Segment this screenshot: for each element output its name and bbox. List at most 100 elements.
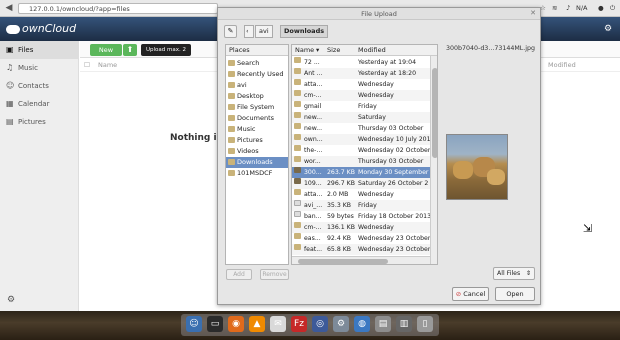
place-item[interactable]: File System bbox=[226, 102, 288, 113]
place-label: File System bbox=[237, 103, 275, 111]
dock-trash-icon[interactable]: ▯ bbox=[417, 316, 433, 332]
file-row[interactable]: own... Wednesday 10 July 2013 bbox=[292, 134, 430, 145]
crumb-back-arrow-icon[interactable]: ‹ bbox=[244, 25, 254, 38]
crumb-avi[interactable]: avi bbox=[255, 25, 273, 38]
dock-browser-icon[interactable]: ◍ bbox=[354, 316, 370, 332]
horizontal-scroll-thumb[interactable] bbox=[298, 259, 388, 264]
dock-firefox-icon[interactable]: ◉ bbox=[228, 316, 244, 332]
column-name[interactable]: Name bbox=[295, 45, 314, 56]
file-modified: Yesterday at 18:20 bbox=[358, 70, 417, 77]
place-item[interactable]: avi bbox=[226, 80, 288, 91]
file-row[interactable]: ban... 59 bytes Friday 18 October 2013 bbox=[292, 211, 430, 222]
file-name: new... bbox=[304, 125, 323, 132]
place-item[interactable]: Search bbox=[226, 58, 288, 69]
file-row[interactable]: avi_... 35.3 KB Friday bbox=[292, 200, 430, 211]
dock-filezilla-icon[interactable]: Fz bbox=[291, 316, 307, 332]
cancel-button[interactable]: ⊘ Cancel bbox=[452, 287, 489, 301]
column-name[interactable]: Name bbox=[98, 59, 117, 72]
dock-settings-icon[interactable]: ⚙ bbox=[333, 316, 349, 332]
edit-path-button[interactable]: ✎ bbox=[224, 25, 237, 38]
dock-eye-icon[interactable]: ◎ bbox=[312, 316, 328, 332]
file-modified: Wednesday bbox=[358, 81, 394, 88]
file-row[interactable]: wor... Thursday 03 October bbox=[292, 156, 430, 167]
url-bar[interactable]: 127.0.0.1/owncloud/?app=files bbox=[18, 3, 218, 14]
dock-finder-icon[interactable]: ☺ bbox=[186, 316, 202, 332]
dock-monitor-icon[interactable]: ▭ bbox=[207, 316, 223, 332]
open-button[interactable]: Open bbox=[495, 287, 535, 301]
nav-item-contacts[interactable]: ☺ Contacts bbox=[0, 77, 79, 95]
nav-item-music[interactable]: ♫ Music bbox=[0, 59, 79, 77]
file-row[interactable]: atta... Wednesday bbox=[292, 79, 430, 90]
nav-item-pictures[interactable]: ▤ Pictures bbox=[0, 113, 79, 131]
sort-chevron-down-icon[interactable]: ▾ bbox=[316, 45, 319, 56]
calendar-icon: ▦ bbox=[6, 99, 14, 108]
owncloud-logo[interactable]: ownCloud bbox=[6, 21, 76, 37]
file-modified: Thursday 03 October bbox=[358, 158, 424, 165]
folder-icon bbox=[294, 233, 301, 239]
file-row[interactable]: 72 ... Yesterday at 19:04 bbox=[292, 57, 430, 68]
tray-battery-label: N/A bbox=[576, 4, 588, 12]
file-row[interactable]: feat... 65.8 KB Wednesday 23 October bbox=[292, 244, 430, 255]
horizontal-scrollbar[interactable] bbox=[292, 256, 430, 264]
file-filter-select[interactable]: All Files ⇕ bbox=[493, 267, 535, 280]
place-item[interactable]: Pictures bbox=[226, 135, 288, 146]
lion-shape bbox=[487, 169, 505, 185]
place-item[interactable]: Videos bbox=[226, 146, 288, 157]
file-row[interactable]: cm-... 136.1 KB Wednesday bbox=[292, 222, 430, 233]
file-row[interactable]: Ant ... Yesterday at 18:20 bbox=[292, 68, 430, 79]
tray-user-icon[interactable]: ● bbox=[598, 3, 604, 14]
clock-icon bbox=[228, 71, 235, 77]
file-modified: Wednesday 02 October bbox=[358, 147, 430, 154]
folder-icon bbox=[228, 82, 235, 88]
place-item[interactable]: Music bbox=[226, 124, 288, 135]
file-row[interactable]: the-... Wednesday 02 October bbox=[292, 145, 430, 156]
new-button[interactable]: New bbox=[90, 44, 122, 56]
place-item[interactable]: 101MSDCF bbox=[226, 168, 288, 179]
file-row[interactable]: cm-... Wednesday bbox=[292, 90, 430, 101]
places-header[interactable]: Places bbox=[226, 45, 288, 56]
place-item[interactable]: Desktop bbox=[226, 91, 288, 102]
file-modified: Wednesday 10 July 2013 bbox=[358, 136, 430, 143]
column-size[interactable]: Size bbox=[327, 45, 340, 56]
vertical-scroll-thumb[interactable] bbox=[432, 68, 437, 158]
pictures-icon: ▤ bbox=[6, 117, 14, 126]
file-row[interactable]: 300... 263.7 KB Monday 30 September bbox=[292, 167, 430, 178]
nav-item-files[interactable]: ▣ Files bbox=[0, 41, 79, 59]
tray-network-icon[interactable]: ≋ bbox=[552, 3, 557, 14]
place-item[interactable]: Documents bbox=[226, 113, 288, 124]
file-name: feat... bbox=[304, 246, 323, 253]
place-item[interactable]: Recently Used bbox=[226, 69, 288, 80]
lion-shape bbox=[453, 161, 473, 179]
file-row[interactable]: 109... 296.7 KB Saturday 26 October 2 bbox=[292, 178, 430, 189]
file-row[interactable]: new... Thursday 03 October bbox=[292, 123, 430, 134]
dock-printer-icon[interactable]: ▥ bbox=[396, 316, 412, 332]
place-label: Pictures bbox=[237, 136, 263, 144]
tray-volume-icon[interactable]: ♪ bbox=[566, 3, 570, 14]
dock-archive-icon[interactable]: ▤ bbox=[375, 316, 391, 332]
vertical-scrollbar[interactable] bbox=[430, 56, 437, 264]
close-icon[interactable]: ✕ bbox=[530, 9, 536, 17]
place-item[interactable]: Downloads bbox=[226, 157, 288, 168]
file-row[interactable]: eas... 92.4 KB Wednesday 23 October bbox=[292, 233, 430, 244]
crumb-downloads[interactable]: Downloads bbox=[280, 25, 329, 38]
settings-gear-icon[interactable]: ⚙ bbox=[604, 24, 612, 34]
file-row[interactable]: gmail Friday bbox=[292, 101, 430, 112]
folder-icon bbox=[294, 68, 301, 74]
file-name: cm-... bbox=[304, 92, 322, 99]
dock-vlc-icon[interactable]: ▲ bbox=[249, 316, 265, 332]
column-modified[interactable]: Modified bbox=[548, 59, 576, 72]
add-place-button[interactable]: Add bbox=[226, 269, 252, 280]
nav-item-calendar[interactable]: ▦ Calendar bbox=[0, 95, 79, 113]
upload-icon[interactable]: ⬆ bbox=[123, 44, 137, 56]
file-row[interactable]: new... Saturday bbox=[292, 112, 430, 123]
remove-place-button[interactable]: Remove bbox=[260, 269, 289, 280]
folder-icon bbox=[294, 57, 301, 63]
dock-mail-icon[interactable]: ✉ bbox=[270, 316, 286, 332]
file-row[interactable]: atta... 2.0 MB Wednesday bbox=[292, 189, 430, 200]
column-modified[interactable]: Modified bbox=[358, 45, 386, 56]
back-arrow-icon[interactable]: ◀ bbox=[4, 3, 14, 13]
select-all-checkbox[interactable]: ☐ bbox=[84, 59, 90, 72]
file-name: eas... bbox=[304, 235, 321, 242]
personal-settings-icon[interactable]: ⚙ bbox=[7, 295, 15, 305]
tray-power-icon[interactable]: ⏻ bbox=[610, 3, 615, 14]
